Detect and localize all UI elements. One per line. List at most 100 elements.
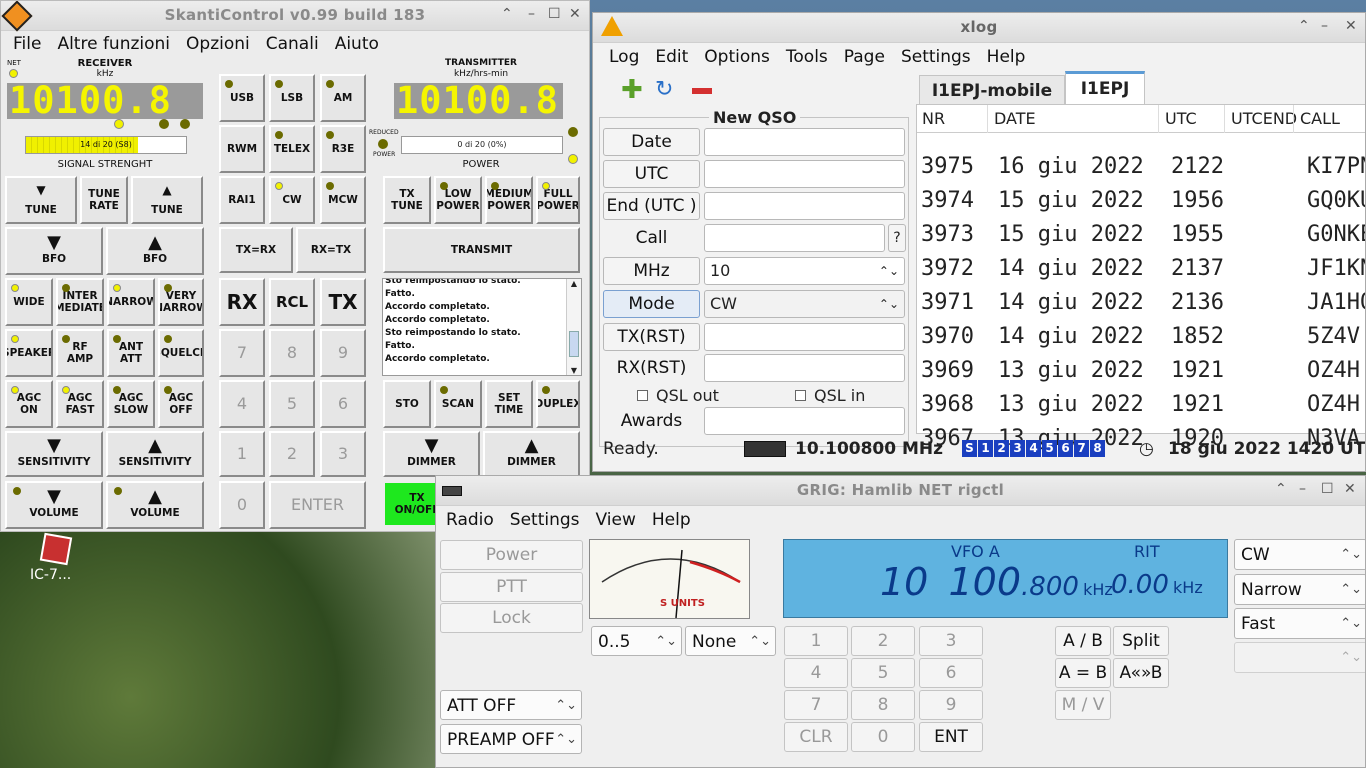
keypad-6[interactable]: 6 [919, 658, 983, 688]
grig-minimize-icon[interactable]: – [1299, 481, 1306, 497]
meter-mode-select[interactable]: None ⌃⌄ [685, 626, 776, 656]
a-eq-b-button[interactable]: A = B [1055, 658, 1111, 688]
date-field[interactable] [704, 128, 905, 156]
mode-select[interactable]: CW ⌃⌄ [1234, 539, 1365, 570]
dimmer-down-button[interactable]: ▼ DIMMER [383, 431, 480, 477]
att-select[interactable]: ATT OFF ⌃⌄ [440, 690, 582, 720]
xlog-collapse-icon[interactable]: ⌃ [1298, 18, 1310, 34]
grig-collapse-icon[interactable]: ⌃ [1275, 481, 1287, 497]
keypad-5[interactable]: 5 [851, 658, 915, 688]
skanti-menu-altre[interactable]: Altre funzioni [57, 34, 170, 54]
transmit-button[interactable]: TRANSMIT [383, 227, 580, 273]
a-swap-b-button[interactable]: A«»B [1113, 658, 1169, 688]
a-b-button[interactable]: A / B [1055, 626, 1111, 656]
keypad-4[interactable]: 4 [784, 658, 848, 688]
scroll-down-icon[interactable]: ▼ [567, 366, 581, 375]
mode-button[interactable]: Mode [603, 290, 700, 318]
sto-button[interactable]: STO [383, 380, 431, 428]
skanti-menu-canali[interactable]: Canali [266, 34, 319, 54]
skanti-close-icon[interactable]: ✕ [569, 6, 581, 22]
qsl-out-checkbox[interactable]: QSL out [637, 386, 719, 405]
grig-menu-help[interactable]: Help [652, 510, 691, 530]
utc-button[interactable]: UTC [603, 160, 700, 188]
status-log-scrollbar[interactable]: ▲ ▼ [566, 279, 581, 375]
skanti-minimize-icon[interactable]: – [528, 6, 535, 22]
keypad-clr[interactable]: CLR [784, 722, 848, 752]
xlog-menu-options[interactable]: Options [704, 47, 770, 67]
xlog-menu-log[interactable]: Log [609, 47, 639, 67]
sensitivity-up-button[interactable]: ▲ SENSITIVITY [106, 431, 204, 477]
key-5[interactable]: 5 [269, 380, 315, 428]
qsl-in-checkbox[interactable]: QSL in [795, 386, 865, 405]
mhz-select[interactable]: 10 ⌃⌄ [704, 257, 905, 285]
keypad-9[interactable]: 9 [919, 690, 983, 720]
extra-select[interactable]: ⌃⌄ [1234, 642, 1365, 673]
table-row[interactable]: 3974 15 giu 2022 1956 GQ0KU [921, 184, 1365, 218]
key-8[interactable]: 8 [269, 329, 315, 377]
preamp-select[interactable]: PREAMP OFF ⌃⌄ [440, 724, 582, 754]
key-7[interactable]: 7 [219, 329, 265, 377]
grig-maximize-icon[interactable]: ☐ [1321, 481, 1334, 497]
sensitivity-down-button[interactable]: ▼ SENSITIVITY [5, 431, 103, 477]
tab-i1epj[interactable]: I1EPJ [1065, 71, 1145, 105]
lock-button[interactable]: Lock [440, 603, 583, 633]
utc-field[interactable] [704, 160, 905, 188]
keypad-3[interactable]: 3 [919, 626, 983, 656]
xlog-menu-page[interactable]: Page [844, 47, 885, 67]
table-row[interactable]: 3968 13 giu 2022 1921 OZ4H. [921, 388, 1365, 422]
rx-button[interactable]: RX [219, 278, 265, 326]
table-row[interactable]: 3969 13 giu 2022 1921 OZ4H. [921, 354, 1365, 388]
table-row[interactable]: 3972 14 giu 2022 2137 JF1KN [921, 252, 1365, 286]
desktop-icon[interactable]: IC-7... [30, 532, 90, 595]
col-utcend[interactable]: UTCEND [1224, 105, 1297, 133]
grig-menu-settings[interactable]: Settings [510, 510, 580, 530]
col-date[interactable]: DATE [987, 105, 1036, 133]
skanti-menu-file[interactable]: File [13, 34, 41, 54]
rx-rst-field[interactable] [704, 354, 905, 382]
agc-select[interactable]: Fast ⌃⌄ [1234, 608, 1365, 639]
rwm-button[interactable]: RWM [219, 125, 265, 173]
skanti-collapse-icon[interactable]: ⌃ [501, 6, 513, 22]
split-button[interactable]: Split [1113, 626, 1169, 656]
tune-down-button[interactable]: ▼ TUNE [5, 176, 77, 224]
keypad-8[interactable]: 8 [851, 690, 915, 720]
m-v-button[interactable]: M / V [1055, 690, 1111, 720]
col-nr[interactable]: NR [922, 105, 945, 133]
mhz-button[interactable]: MHz [603, 257, 700, 285]
key-3[interactable]: 3 [320, 431, 366, 477]
xlog-menu-tools[interactable]: Tools [786, 47, 828, 67]
call-help-button[interactable]: ? [888, 224, 906, 252]
skanti-menu-opzioni[interactable]: Opzioni [186, 34, 250, 54]
keypad-2[interactable]: 2 [851, 626, 915, 656]
xlog-menu-help[interactable]: Help [987, 47, 1026, 67]
call-field[interactable] [704, 224, 885, 252]
bfo-down-button[interactable]: ▼ BFO [5, 227, 103, 275]
grig-close-icon[interactable]: ✕ [1344, 481, 1356, 497]
key-2[interactable]: 2 [269, 431, 315, 477]
remove-qso-icon[interactable] [692, 88, 712, 94]
tab-i1epj-mobile[interactable]: I1EPJ-mobile [919, 75, 1065, 105]
awards-field[interactable] [704, 407, 905, 435]
refresh-icon[interactable]: ↻ [655, 77, 673, 102]
xlog-minimize-icon[interactable]: – [1321, 18, 1328, 34]
tx-rst-button[interactable]: TX(RST) [603, 323, 700, 351]
grig-menu-radio[interactable]: Radio [446, 510, 494, 530]
keypad-ent[interactable]: ENT [919, 722, 983, 752]
key-4[interactable]: 4 [219, 380, 265, 428]
power-button[interactable]: Power [440, 540, 583, 570]
tx-button[interactable]: TX [320, 278, 366, 326]
end-utc-button[interactable]: End (UTC ) [603, 192, 700, 220]
xlog-menu-edit[interactable]: Edit [655, 47, 688, 67]
scroll-up-icon[interactable]: ▲ [567, 279, 581, 288]
scroll-thumb[interactable] [569, 331, 579, 357]
rx-eq-tx-button[interactable]: RX=TX [296, 227, 366, 273]
skanti-menu-aiuto[interactable]: Aiuto [335, 34, 379, 54]
skanti-maximize-icon[interactable]: ☐ [548, 6, 561, 22]
key-0[interactable]: 0 [219, 481, 265, 529]
rcl-button[interactable]: RCL [269, 278, 315, 326]
enter-button[interactable]: ENTER [269, 481, 366, 529]
add-qso-icon[interactable]: ✚ [621, 77, 643, 103]
xlog-menu-settings[interactable]: Settings [901, 47, 971, 67]
key-1[interactable]: 1 [219, 431, 265, 477]
filter-select[interactable]: Narrow ⌃⌄ [1234, 574, 1365, 605]
